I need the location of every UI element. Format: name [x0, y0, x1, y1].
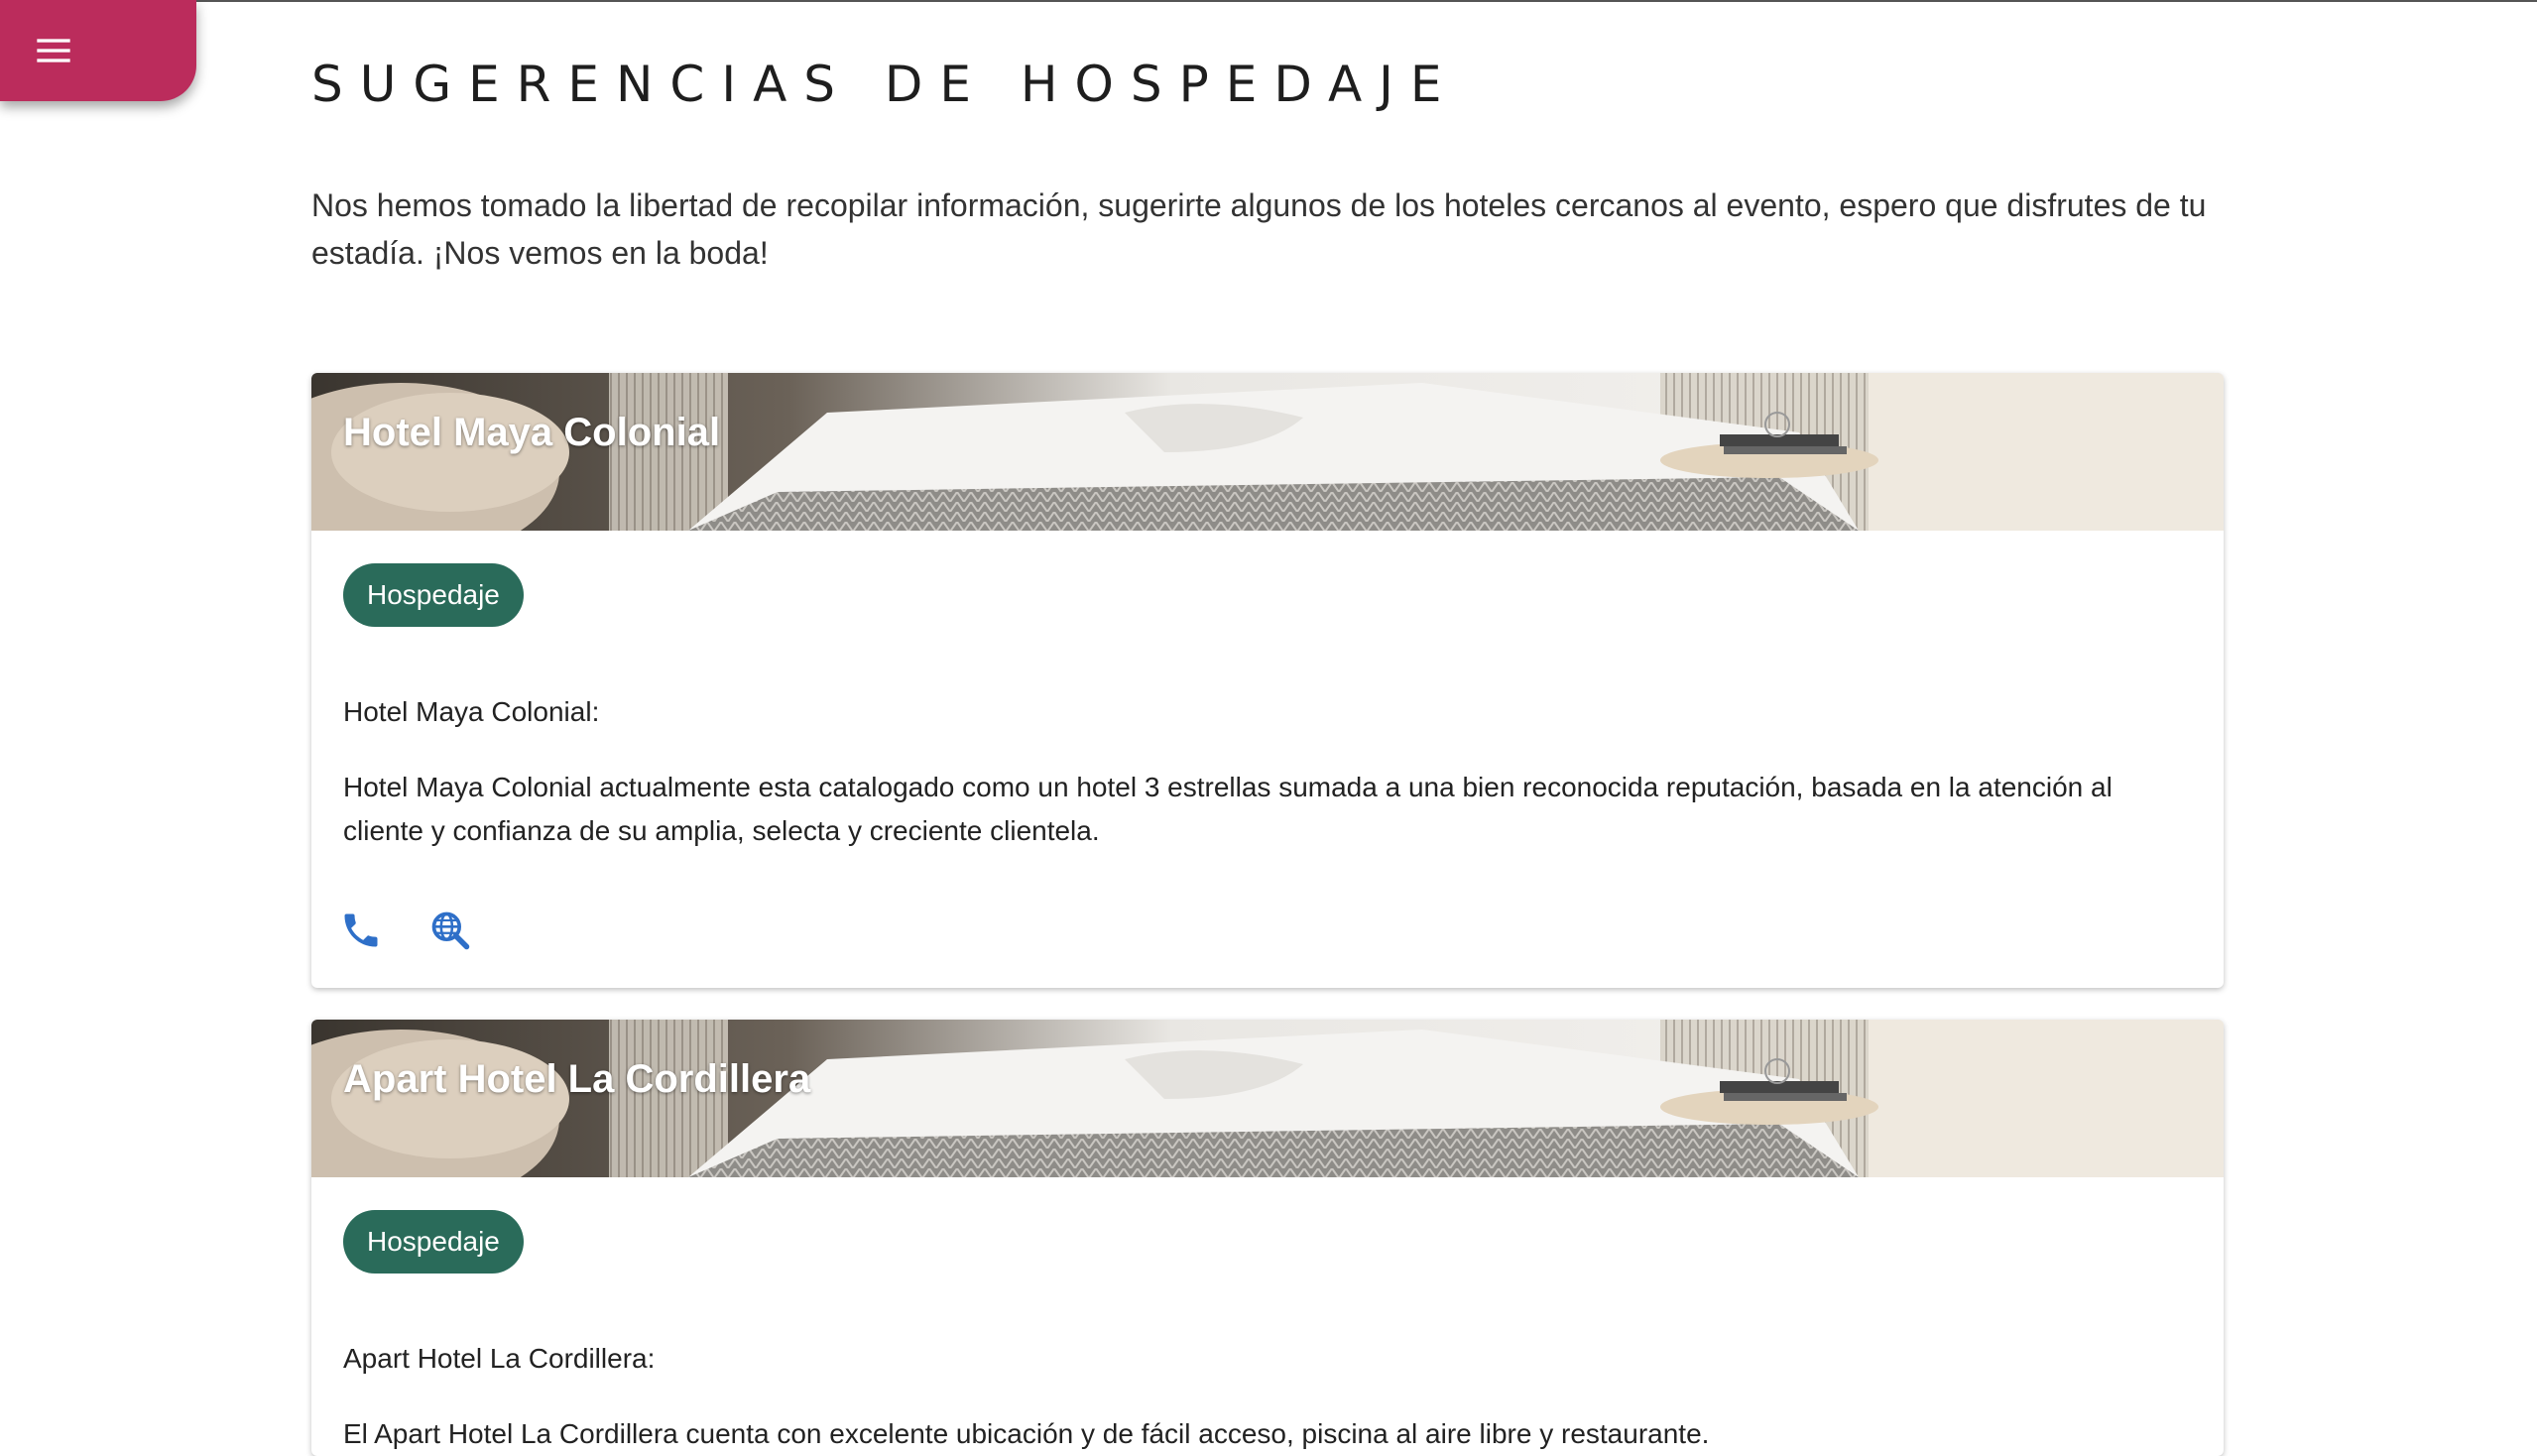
hotel-description: El Apart Hotel La Cordillera cuenta con …	[343, 1418, 1710, 1449]
hotel-subtitle: Hotel Maya Colonial:	[343, 696, 600, 727]
phone-icon[interactable]	[339, 909, 383, 952]
top-divider	[0, 0, 2537, 2]
hotel-card-header: Hotel Maya Colonial	[311, 373, 2224, 531]
hotel-actions	[339, 909, 472, 952]
category-chip[interactable]: Hospedaje	[343, 1210, 524, 1274]
hotel-description: Hotel Maya Colonial actualmente esta cat…	[343, 772, 2113, 846]
hamburger-menu-icon	[37, 39, 70, 62]
hotel-card-header: Apart Hotel La Cordillera	[311, 1020, 2224, 1177]
hotel-subtitle: Apart Hotel La Cordillera:	[343, 1343, 656, 1374]
page-title: SUGERENCIAS DE HOSPEDAJE	[311, 56, 1459, 113]
web-search-icon[interactable]	[428, 909, 472, 952]
category-chip[interactable]: Hospedaje	[343, 563, 524, 627]
hotel-name: Apart Hotel La Cordillera	[343, 1057, 811, 1101]
menu-button[interactable]	[0, 0, 196, 101]
hotel-card: Hotel Maya Colonial Hospedaje Hotel Maya…	[311, 373, 2224, 988]
hotel-name: Hotel Maya Colonial	[343, 411, 721, 454]
hotel-card: Apart Hotel La Cordillera Hospedaje Apar…	[311, 1020, 2224, 1456]
intro-text: Nos hemos tomado la libertad de recopila…	[311, 187, 2207, 271]
